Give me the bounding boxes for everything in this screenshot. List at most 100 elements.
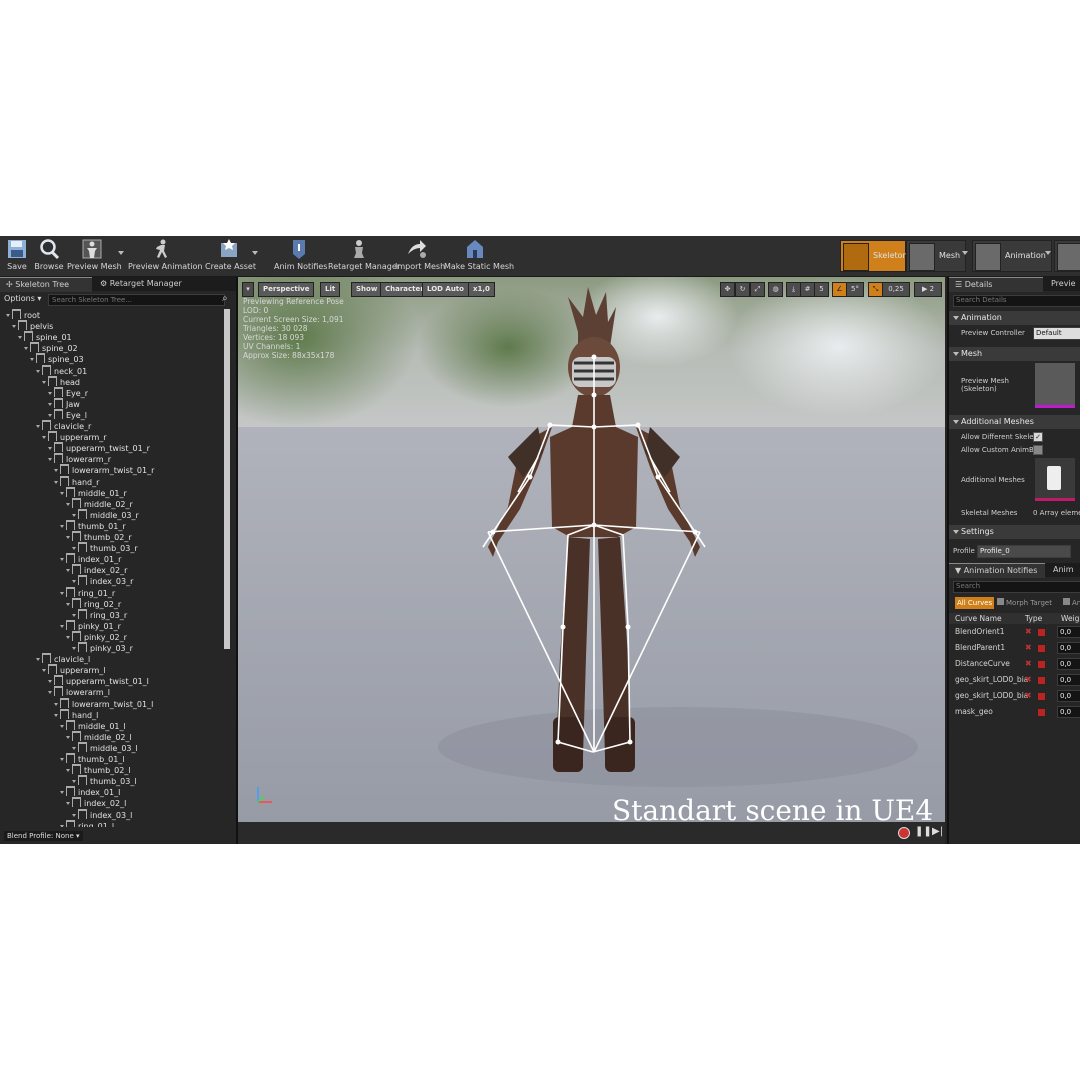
morph-type-icon[interactable]: ✖ <box>1025 660 1033 668</box>
material-type-icon[interactable] <box>1038 709 1045 716</box>
tab-skeleton-tree[interactable]: ✢ Skeleton Tree <box>0 277 92 292</box>
blend-profile-dropdown[interactable]: Blend Profile: None ▾ <box>4 831 83 841</box>
material-type-icon[interactable] <box>1038 677 1045 684</box>
expand-arrow-icon[interactable] <box>72 580 76 584</box>
retarget-manager-button[interactable]: Retarget Manager <box>328 238 400 274</box>
curve-row[interactable]: geo_skirt_LOD0_bia ✖ 0,0 <box>949 673 1080 687</box>
allow-different-checkbox[interactable]: ✓ <box>1033 432 1043 442</box>
bone-item[interactable]: spine_02 <box>24 342 78 353</box>
expand-arrow-icon[interactable] <box>54 469 58 473</box>
expand-arrow-icon[interactable] <box>60 791 64 795</box>
bone-item[interactable]: spine_03 <box>30 353 84 364</box>
bone-item[interactable]: neck_01 <box>36 364 87 376</box>
bone-item[interactable]: Eye_r <box>48 386 88 398</box>
material-type-icon[interactable] <box>1038 693 1045 700</box>
expand-arrow-icon[interactable] <box>66 769 70 773</box>
bone-item[interactable]: middle_01_r <box>60 486 127 498</box>
bone-item[interactable]: pinky_01_r <box>60 619 121 631</box>
expand-arrow-icon[interactable] <box>6 314 10 317</box>
expand-arrow-icon[interactable] <box>54 702 58 706</box>
expand-arrow-icon[interactable] <box>60 491 64 495</box>
expand-arrow-icon[interactable] <box>72 813 76 817</box>
curve-row[interactable]: BlendOrient1 ✖ 0,0 <box>949 625 1080 639</box>
step-forward-icon[interactable]: ▶| <box>932 826 943 837</box>
bone-item[interactable]: pinky_03_r <box>72 642 133 653</box>
details-search-input[interactable]: Search Details <box>953 295 1080 307</box>
bone-item[interactable]: thumb_03_l <box>72 775 137 786</box>
section-settings[interactable]: Settings <box>949 525 1080 539</box>
expand-arrow-icon[interactable] <box>72 613 76 617</box>
world-local-icon[interactable]: ◍ <box>768 282 783 297</box>
bone-item[interactable]: middle_01_l <box>60 719 126 731</box>
preview-controller-select[interactable]: Default <box>1033 327 1080 340</box>
expand-arrow-icon[interactable] <box>48 391 52 395</box>
mode-animation-button[interactable]: Animation <box>972 240 1052 272</box>
bone-item[interactable]: thumb_01_r <box>60 519 126 531</box>
expand-arrow-icon[interactable] <box>72 547 76 551</box>
lod-auto-button[interactable]: LOD Auto <box>422 282 469 297</box>
bone-item[interactable]: ring_01_r <box>60 586 115 598</box>
create-asset-button[interactable]: Create Asset <box>205 238 256 274</box>
expand-arrow-icon[interactable] <box>48 447 52 451</box>
curve-weight-input[interactable]: 0,0 <box>1057 626 1080 638</box>
additional-meshes-thumbnail[interactable] <box>1035 458 1075 501</box>
translate-icon[interactable]: ✥ <box>720 282 735 297</box>
curve-row[interactable]: geo_skirt_LOD0_bia ✖ 0,0 <box>949 689 1080 703</box>
allow-custom-checkbox[interactable] <box>1033 445 1043 455</box>
filter-all-curves[interactable]: All Curves <box>955 597 995 609</box>
show-button[interactable]: Show <box>351 282 383 297</box>
bone-item[interactable]: Jaw <box>48 397 80 409</box>
bone-item[interactable]: hand_r <box>54 475 99 487</box>
tab-retarget-manager[interactable]: ⚙ Retarget Manager <box>94 277 188 291</box>
camera-speed-button[interactable]: ▶ 2 <box>914 282 942 297</box>
expand-arrow-icon[interactable] <box>72 746 76 750</box>
filter-anim[interactable]: An <box>1063 597 1080 609</box>
import-mesh-button[interactable]: Import Mesh <box>395 238 445 274</box>
expand-arrow-icon[interactable] <box>72 647 76 650</box>
expand-arrow-icon[interactable] <box>54 713 58 717</box>
bone-item[interactable]: Eye_l <box>48 408 87 420</box>
bone-item[interactable]: ring_01_l <box>60 819 114 827</box>
curve-search-input[interactable]: Search <box>953 581 1080 593</box>
bone-item[interactable]: upperarm_l <box>42 664 106 675</box>
morph-type-icon[interactable]: ✖ <box>1025 692 1033 700</box>
bone-item[interactable]: middle_02_r <box>66 497 133 509</box>
viewport-options-button[interactable]: ▾ <box>242 282 254 297</box>
playback-speed-button[interactable]: x1,0 <box>468 282 495 297</box>
morph-target-checkbox[interactable] <box>997 598 1004 605</box>
expand-arrow-icon[interactable] <box>18 336 22 340</box>
morph-type-icon[interactable]: ✖ <box>1025 628 1033 636</box>
tab-details[interactable]: ☰ Details <box>949 277 1043 292</box>
expand-arrow-icon[interactable] <box>60 524 64 528</box>
expand-arrow-icon[interactable] <box>48 402 52 406</box>
bone-item[interactable]: index_02_r <box>66 564 127 575</box>
bone-item[interactable]: thumb_03_r <box>72 542 138 553</box>
options-dropdown[interactable]: Options ▾ <box>4 294 41 303</box>
expand-arrow-icon[interactable] <box>12 325 16 329</box>
tab-animation-notifies[interactable]: ▼ Animation Notifies <box>949 563 1045 578</box>
anim-filter-checkbox[interactable] <box>1063 598 1070 605</box>
expand-arrow-icon[interactable] <box>36 425 40 428</box>
expand-arrow-icon[interactable] <box>36 369 40 373</box>
expand-arrow-icon[interactable] <box>48 691 52 695</box>
angle-size-value[interactable]: 5° <box>846 282 864 297</box>
bone-item[interactable]: upperarm_twist_01_r <box>48 442 150 453</box>
bone-item[interactable]: lowerarm_twist_01_l <box>54 697 153 709</box>
rotate-icon[interactable]: ↻ <box>735 282 750 297</box>
preview-viewport[interactable]: ▾ Perspective Lit Show Character LOD Aut… <box>238 277 945 844</box>
preview-mesh-button[interactable]: Preview Mesh <box>67 238 122 274</box>
curve-weight-input[interactable]: 0,0 <box>1057 690 1080 702</box>
section-animation[interactable]: Animation <box>949 311 1080 325</box>
preview-mesh-thumbnail[interactable] <box>1035 363 1075 408</box>
bone-item[interactable]: clavicle_l <box>36 653 90 664</box>
expand-arrow-icon[interactable] <box>66 502 70 506</box>
bone-item[interactable]: lowerarm_twist_01_r <box>54 464 154 475</box>
mode-blueprint-button[interactable] <box>1054 240 1080 272</box>
chevron-down-icon[interactable] <box>252 251 258 255</box>
chevron-down-icon[interactable] <box>1045 251 1051 255</box>
record-icon[interactable] <box>898 827 910 839</box>
material-type-icon[interactable] <box>1038 645 1045 652</box>
expand-arrow-icon[interactable] <box>60 724 64 728</box>
tree-scrollbar[interactable] <box>224 309 230 649</box>
curve-row[interactable]: mask_geo 0,0 <box>949 705 1080 719</box>
